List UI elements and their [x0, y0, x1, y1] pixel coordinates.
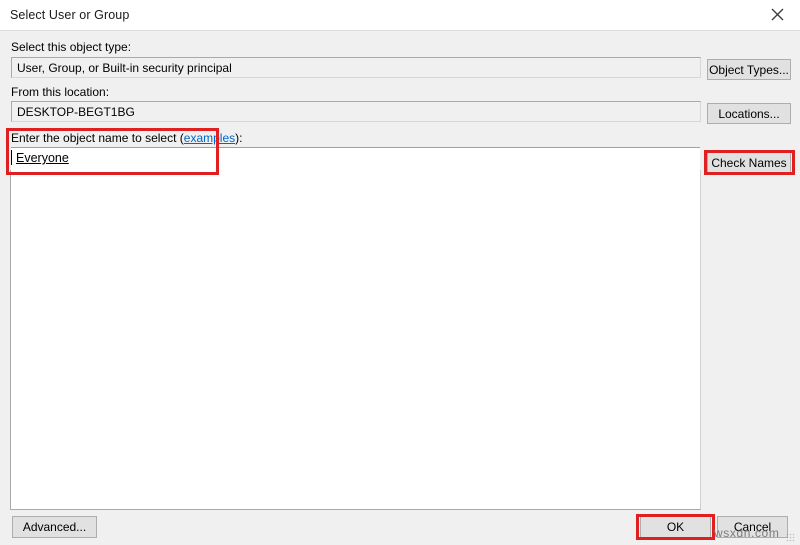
title-bar: Select User or Group — [0, 0, 800, 31]
object-name-list-area[interactable] — [10, 170, 701, 510]
watermark-text: wsxdn.com — [714, 526, 780, 540]
close-icon[interactable] — [754, 0, 800, 29]
text-caret — [11, 150, 12, 165]
locations-button[interactable]: Locations... — [707, 103, 791, 124]
examples-link[interactable]: examples — [184, 131, 235, 145]
location-label: From this location: — [11, 85, 110, 99]
object-types-button[interactable]: Object Types... — [707, 59, 791, 80]
window-title: Select User or Group — [10, 8, 130, 22]
object-name-label-prefix: Enter the object name to select ( — [11, 131, 184, 145]
object-name-label-suffix: ): — [235, 131, 243, 145]
object-name-input[interactable] — [11, 148, 700, 170]
object-type-value[interactable]: User, Group, or Built-in security princi… — [11, 57, 701, 78]
check-names-button[interactable]: Check Names — [707, 152, 791, 173]
location-value[interactable]: DESKTOP-BEGT1BG — [11, 101, 701, 122]
watermark-dots-icon — [786, 531, 795, 542]
ok-button[interactable]: OK — [640, 516, 711, 538]
object-name-value[interactable]: Everyone — [16, 151, 69, 165]
advanced-button[interactable]: Advanced... — [12, 516, 97, 538]
select-user-or-group-dialog: Select User or Group Select this object … — [0, 0, 800, 545]
object-type-label: Select this object type: — [11, 40, 132, 54]
object-name-label: Enter the object name to select (example… — [11, 131, 242, 145]
